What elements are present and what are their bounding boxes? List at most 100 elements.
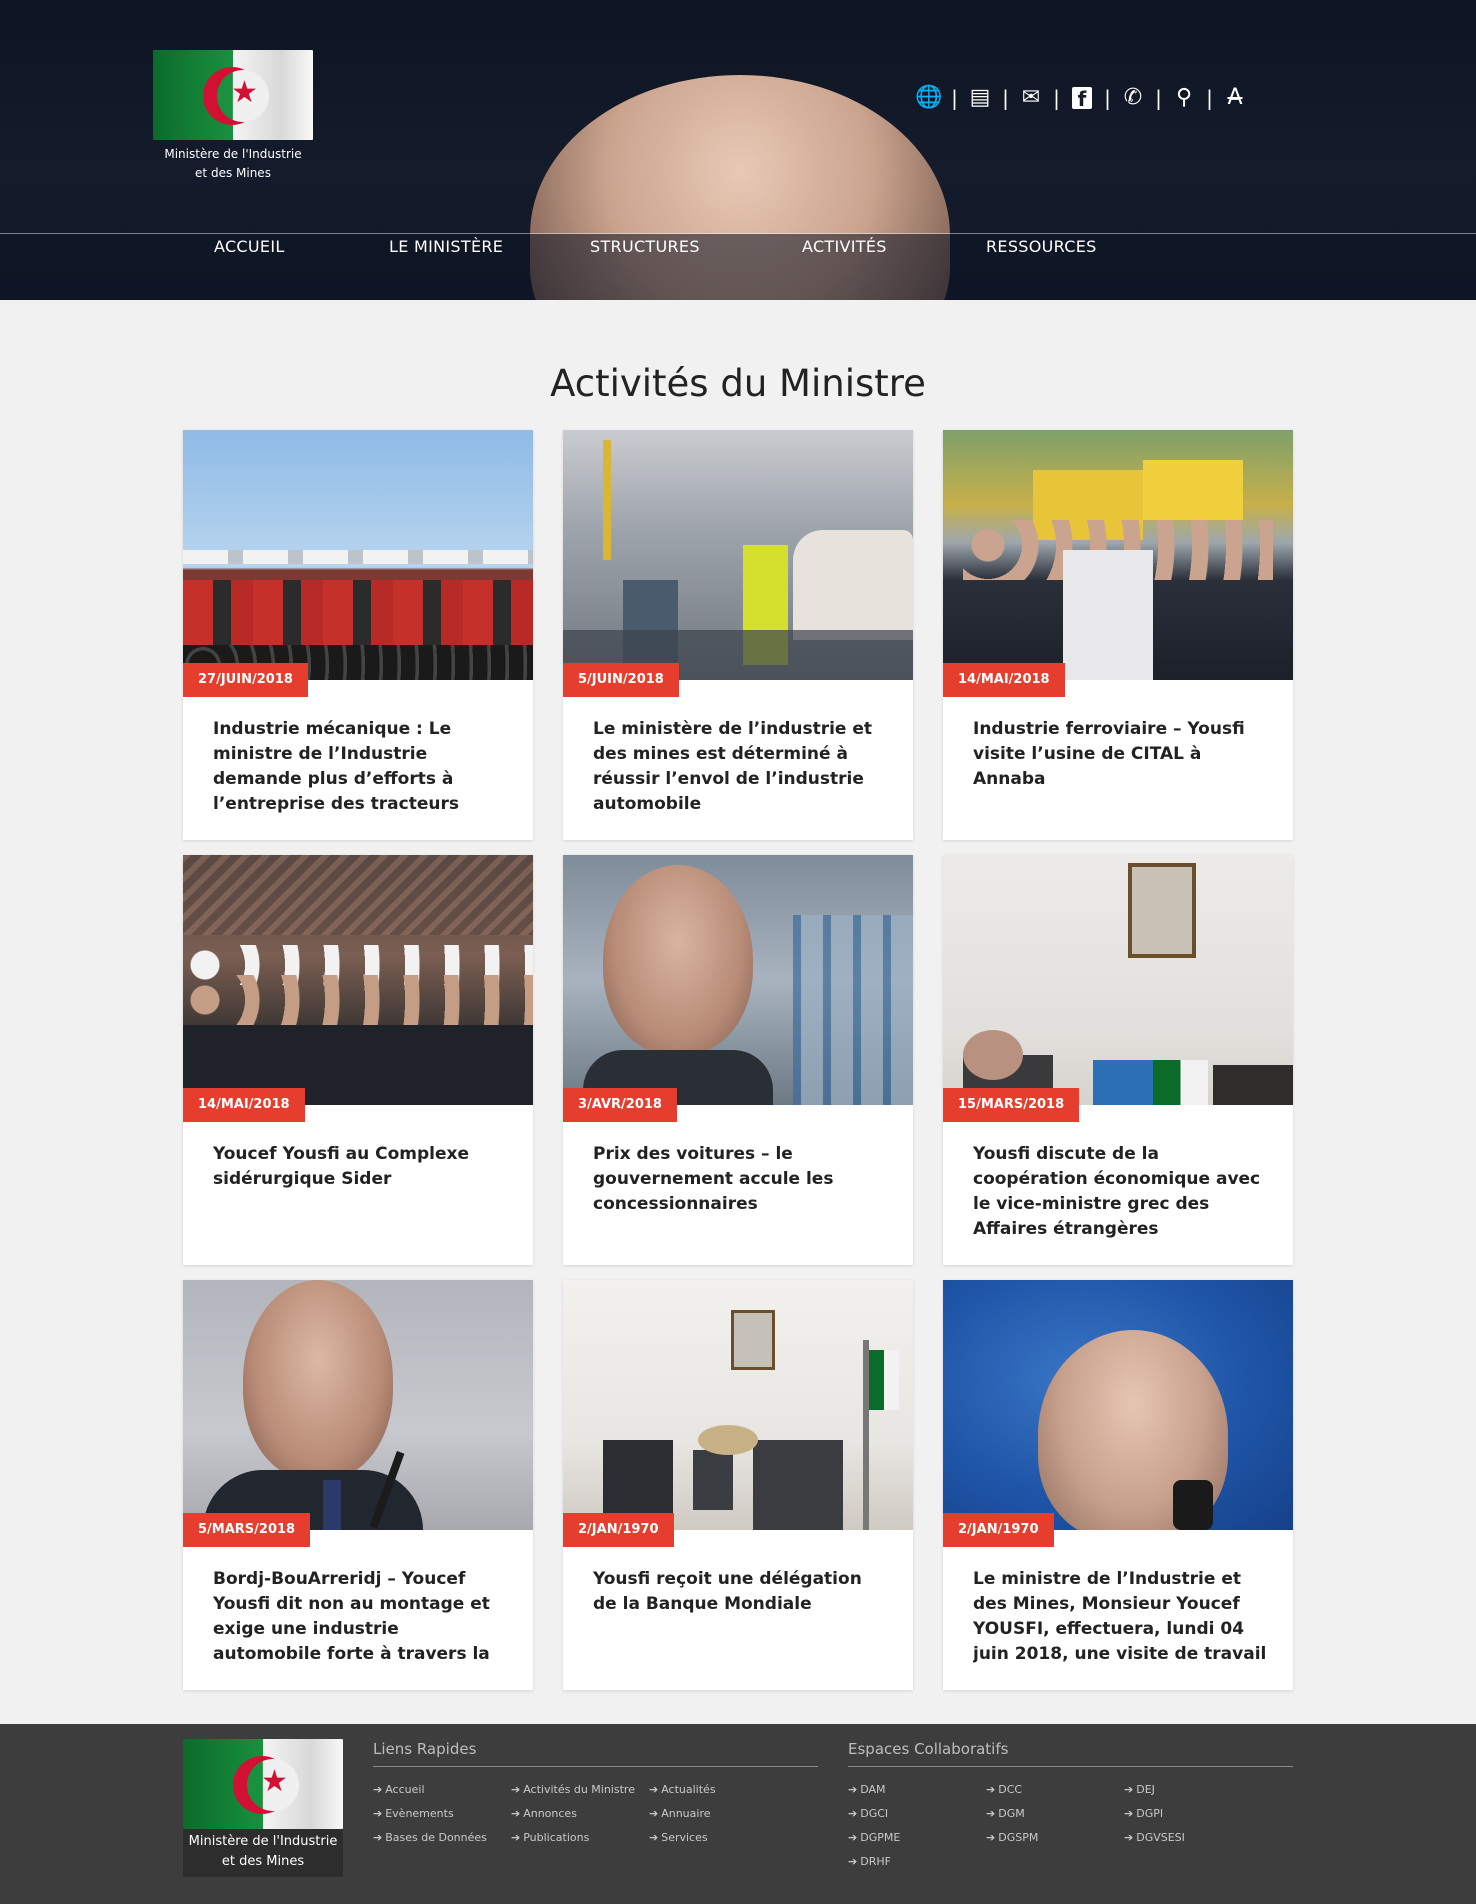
arrow-right-icon: ➔: [511, 1831, 521, 1844]
activity-card[interactable]: 14/MAI/2018 Youcef Yousfi au Complexe si…: [183, 855, 533, 1265]
card-image-minister-speaking: [183, 1280, 533, 1530]
footer-link[interactable]: ➔ DGVSESI: [1124, 1829, 1262, 1846]
algeria-flag-logo: ★: [183, 1739, 343, 1829]
card-image-car-factory: [563, 430, 913, 680]
activity-card[interactable]: 14/MAI/2018 Industrie ferroviaire – Yous…: [943, 430, 1293, 840]
font-size-icon[interactable]: A: [1220, 84, 1250, 112]
activity-card[interactable]: 3/AVR/2018 Prix des voitures – le gouver…: [563, 855, 913, 1265]
search-icon[interactable]: ⚲: [1169, 84, 1199, 112]
card-title[interactable]: Industrie mécanique : Le ministre de l’I…: [213, 717, 508, 817]
phone-icon[interactable]: ✆: [1118, 84, 1148, 112]
footer-link[interactable]: ➔ Services: [649, 1829, 787, 1846]
card-date-badge: 27/JUIN/2018: [183, 663, 308, 697]
card-title[interactable]: Prix des voitures – le gouvernement accu…: [593, 1142, 888, 1242]
nav-item-ressources[interactable]: RESSOURCES: [986, 237, 1097, 256]
toolbar-separator: |: [1155, 86, 1162, 110]
card-image-tractors: [183, 430, 533, 680]
globe-icon[interactable]: 🌐: [914, 84, 944, 112]
card-date-badge: 14/MAI/2018: [183, 1088, 305, 1122]
nav-item-accueil[interactable]: ACCUEIL: [214, 237, 285, 256]
card-date-badge: 3/AVR/2018: [563, 1088, 677, 1122]
card-title[interactable]: Le ministre de l’Industrie et des Mines,…: [973, 1567, 1268, 1667]
card-date-badge: 2/JAN/1970: [943, 1513, 1054, 1547]
card-image-steel-complex: [183, 855, 533, 1105]
arrow-right-icon: ➔: [1124, 1783, 1134, 1796]
activity-card[interactable]: 5/MARS/2018 Bordj-BouArreridj – Youcef Y…: [183, 1280, 533, 1690]
footer-link[interactable]: ➔ DGPI: [1124, 1805, 1262, 1822]
card-title[interactable]: Youcef Yousfi au Complexe sidérurgique S…: [213, 1142, 508, 1242]
quick-links-heading: Liens Rapides: [373, 1740, 818, 1767]
section-title: Activités du Ministre: [550, 362, 926, 405]
footer-link[interactable]: ➔ DGPME: [848, 1829, 986, 1846]
card-date-badge: 2/JAN/1970: [563, 1513, 674, 1547]
quick-links-section: Liens Rapides ➔ Accueil ➔ Activités du Min…: [373, 1740, 818, 1846]
footer-link[interactable]: ➔ Actualités: [649, 1781, 787, 1798]
book-icon[interactable]: ▤: [965, 84, 995, 112]
activity-card[interactable]: 5/JUIN/2018 Le ministère de l’industrie …: [563, 430, 913, 840]
footer-link[interactable]: ➔ DGM: [986, 1805, 1124, 1822]
footer-logo-caption: Ministère de l'Industrie et des Mines: [183, 1832, 343, 1877]
toolbar-separator: |: [1206, 86, 1213, 110]
footer-link[interactable]: ➔ Activités du Ministre: [511, 1781, 649, 1798]
site-footer: ★ Ministère de l'Industrie et des Mines …: [0, 1724, 1476, 1904]
footer-link[interactable]: ➔ Annonces: [511, 1805, 649, 1822]
card-date-badge: 14/MAI/2018: [943, 663, 1065, 697]
arrow-right-icon: ➔: [848, 1831, 858, 1844]
card-image-delegation-visit: [943, 430, 1293, 680]
arrow-right-icon: ➔: [649, 1807, 659, 1820]
nav-item-activites[interactable]: ACTIVITÉS: [802, 237, 887, 256]
site-header: ★ Ministère de l'Industrie et des Mines …: [0, 0, 1476, 300]
footer-logo[interactable]: ★ Ministère de l'Industrie et des Mines: [183, 1739, 343, 1877]
arrow-right-icon: ➔: [373, 1783, 383, 1796]
arrow-right-icon: ➔: [649, 1783, 659, 1796]
activity-card[interactable]: 2/JAN/1970 Yousfi reçoit une délégation …: [563, 1280, 913, 1690]
footer-link[interactable]: ➔ Accueil: [373, 1781, 511, 1798]
algeria-flag-logo: ★: [153, 50, 313, 140]
toolbar-separator: |: [1104, 86, 1111, 110]
site-logo[interactable]: ★ Ministère de l'Industrie et des Mines: [153, 50, 313, 183]
card-title[interactable]: Yousfi discute de la coopération économi…: [973, 1142, 1268, 1242]
footer-link[interactable]: ➔ DGCI: [848, 1805, 986, 1822]
footer-link[interactable]: ➔ DEJ: [1124, 1781, 1262, 1798]
footer-link[interactable]: ➔ DAM: [848, 1781, 986, 1798]
arrow-right-icon: ➔: [986, 1783, 996, 1796]
toolbar-separator: |: [1002, 86, 1009, 110]
activity-card[interactable]: 2/JAN/1970 Le ministre de l’Industrie et…: [943, 1280, 1293, 1690]
toolbar-separator: |: [1053, 86, 1060, 110]
card-title[interactable]: Le ministère de l’industrie et des mines…: [593, 717, 888, 817]
arrow-right-icon: ➔: [511, 1807, 521, 1820]
card-date-badge: 15/MARS/2018: [943, 1088, 1080, 1122]
arrow-right-icon: ➔: [986, 1831, 996, 1844]
arrow-right-icon: ➔: [848, 1855, 858, 1868]
nav-item-structures[interactable]: STRUCTURES: [590, 237, 700, 256]
footer-link[interactable]: ➔ Bases de Données: [373, 1829, 511, 1846]
footer-logo-caption-line2: et des Mines: [221, 1854, 305, 1869]
toolbar-separator: |: [951, 86, 958, 110]
arrow-right-icon: ➔: [848, 1783, 858, 1796]
card-image-minister-blue-backdrop: [943, 1280, 1293, 1530]
logo-caption: Ministère de l'Industrie et des Mines: [153, 145, 313, 183]
arrow-right-icon: ➔: [986, 1807, 996, 1820]
arrow-right-icon: ➔: [511, 1783, 521, 1796]
footer-link[interactable]: ➔ DGSPM: [986, 1829, 1124, 1846]
arrow-right-icon: ➔: [1124, 1807, 1134, 1820]
card-date-badge: 5/JUIN/2018: [563, 663, 679, 697]
collab-spaces-heading: Espaces Collaboratifs: [848, 1740, 1293, 1767]
envelope-icon[interactable]: ✉: [1016, 84, 1046, 112]
nav-item-le-ministere[interactable]: LE MINISTÈRE: [389, 237, 503, 256]
card-image-minister-portrait: [563, 855, 913, 1105]
footer-link[interactable]: ➔ Annuaire: [649, 1805, 787, 1822]
logo-caption-line1: Ministère de l'Industrie: [164, 147, 302, 161]
card-title[interactable]: Yousfi reçoit une délégation de la Banqu…: [593, 1567, 888, 1667]
footer-link[interactable]: ➔ Evènements: [373, 1805, 511, 1822]
arrow-right-icon: ➔: [649, 1831, 659, 1844]
card-date-badge: 5/MARS/2018: [183, 1513, 311, 1547]
card-title[interactable]: Industrie ferroviaire – Yousfi visite l’…: [973, 717, 1268, 817]
facebook-icon[interactable]: f: [1072, 87, 1092, 111]
activity-card[interactable]: 15/MARS/2018 Yousfi discute de la coopér…: [943, 855, 1293, 1265]
footer-link[interactable]: ➔ Publications: [511, 1829, 649, 1846]
footer-link[interactable]: ➔ DCC: [986, 1781, 1124, 1798]
card-title[interactable]: Bordj-BouArreridj – Youcef Yousfi dit no…: [213, 1567, 508, 1667]
footer-link[interactable]: ➔ DRHF: [848, 1853, 986, 1870]
activity-card[interactable]: 27/JUIN/2018 Industrie mécanique : Le mi…: [183, 430, 533, 840]
